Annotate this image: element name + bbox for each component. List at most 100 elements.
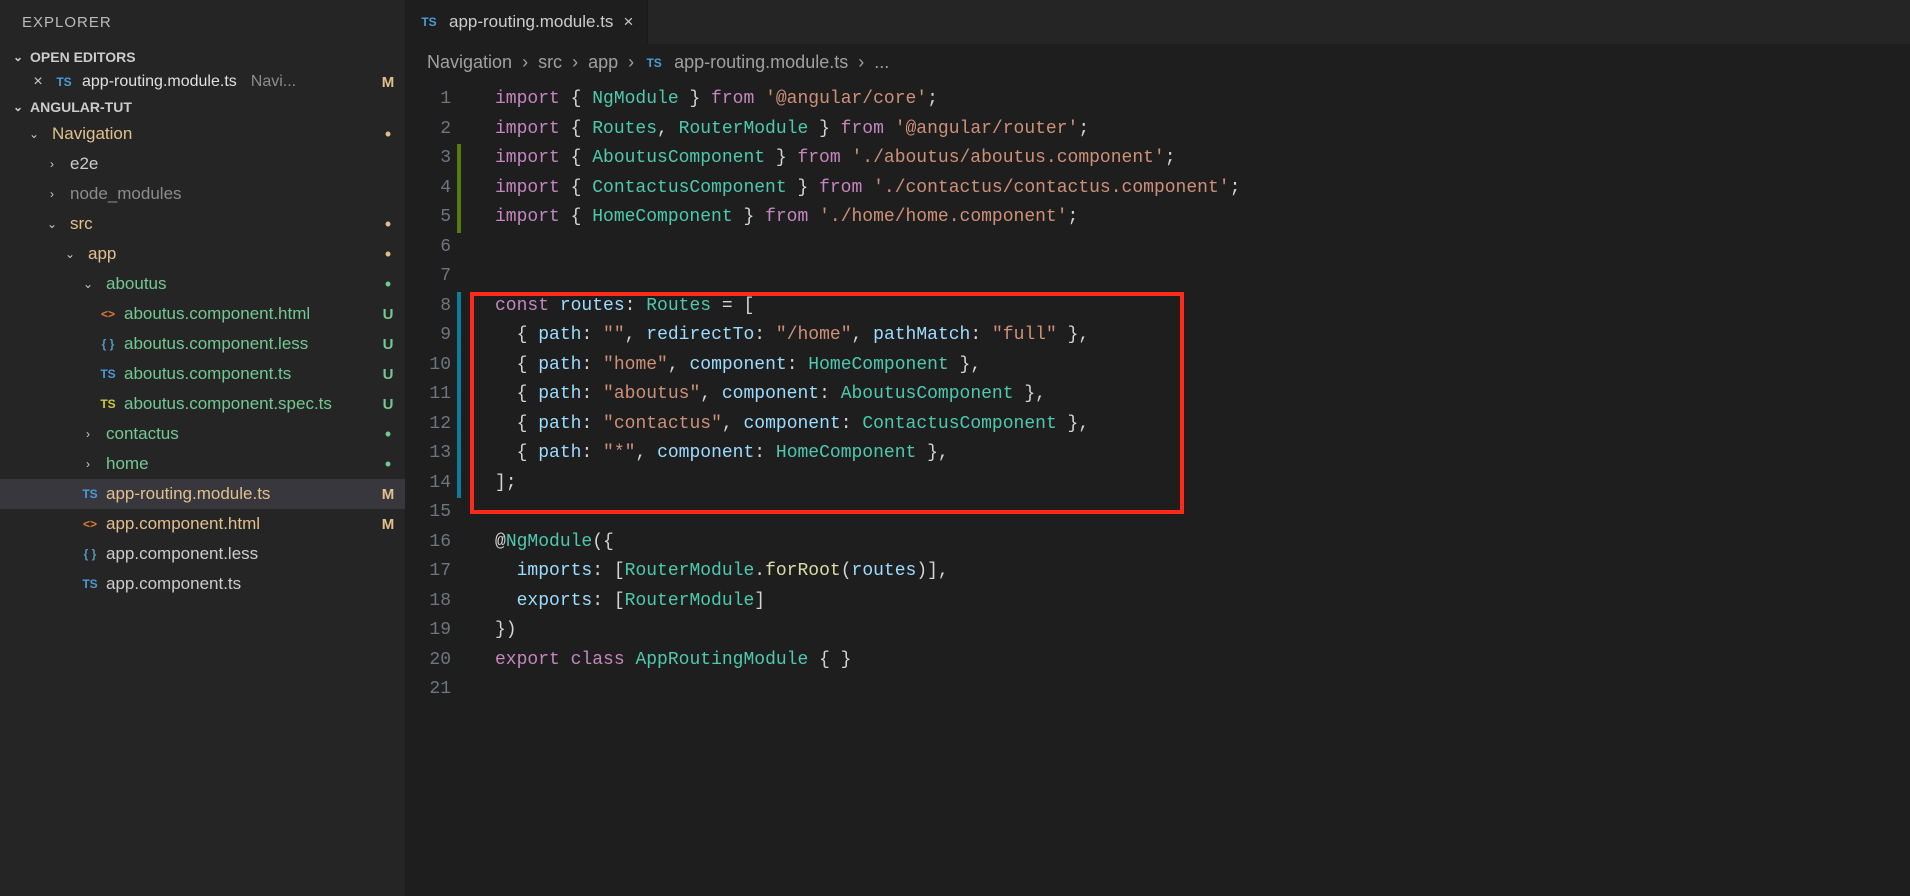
tree-file-app-routing[interactable]: TS app-routing.module.ts M: [0, 479, 405, 509]
ts-icon: TS: [54, 75, 74, 89]
breadcrumb[interactable]: Navigation › src › app › TS app-routing.…: [405, 44, 1910, 81]
code-line[interactable]: import { NgModule } from '@angular/core'…: [495, 85, 1910, 115]
html-icon: <>: [80, 517, 100, 531]
code-line[interactable]: import { ContactusComponent } from './co…: [495, 174, 1910, 204]
tree-folder-navigation[interactable]: ⌄ Navigation •: [0, 119, 405, 149]
untracked-dot-icon: •: [379, 427, 397, 441]
folder-label: src: [70, 214, 373, 234]
line-number: 13: [405, 439, 451, 469]
chevron-right-icon: ›: [572, 52, 578, 73]
tree-file-aboutus-spec[interactable]: TS aboutus.component.spec.ts U: [0, 389, 405, 419]
code-line[interactable]: { path: "contactus", component: Contactu…: [495, 410, 1910, 440]
code-line[interactable]: exports: [RouterModule]: [495, 587, 1910, 617]
code-line[interactable]: const routes: Routes = [: [495, 292, 1910, 322]
status-badge: U: [379, 366, 397, 383]
file-label: app-routing.module.ts: [106, 484, 373, 504]
line-number: 11: [405, 380, 451, 410]
tree-file-app-html[interactable]: <> app.component.html M: [0, 509, 405, 539]
line-number: 16: [405, 528, 451, 558]
file-label: aboutus.component.ts: [124, 364, 373, 384]
code-line[interactable]: ];: [495, 469, 1910, 499]
close-icon[interactable]: ×: [623, 12, 633, 32]
less-icon: { }: [98, 337, 118, 351]
code-line[interactable]: imports: [RouterModule.forRoot(routes)],: [495, 557, 1910, 587]
open-editor-row[interactable]: × TS app-routing.module.ts Navi... M: [0, 69, 405, 95]
tree-folder-app[interactable]: ⌄ app •: [0, 239, 405, 269]
breadcrumb-seg[interactable]: src: [538, 52, 562, 73]
status-badge: M: [379, 74, 397, 91]
chevron-down-icon: ⌄: [44, 217, 60, 231]
line-number: 4: [405, 174, 451, 204]
code-line[interactable]: [495, 498, 1910, 528]
code-line[interactable]: { path: "", redirectTo: "/home", pathMat…: [495, 321, 1910, 351]
tree-folder-aboutus[interactable]: ⌄ aboutus •: [0, 269, 405, 299]
tree-folder-contactus[interactable]: › contactus •: [0, 419, 405, 449]
breadcrumb-seg[interactable]: ...: [874, 52, 889, 73]
chevron-right-icon: ›: [522, 52, 528, 73]
chevron-down-icon: ⌄: [10, 100, 26, 114]
code-line[interactable]: [495, 675, 1910, 705]
code-line[interactable]: { path: "*", component: HomeComponent },: [495, 439, 1910, 469]
tree-folder-e2e[interactable]: › e2e: [0, 149, 405, 179]
status-badge: U: [379, 306, 397, 323]
tree-file-aboutus-ts[interactable]: TS aboutus.component.ts U: [0, 359, 405, 389]
close-icon[interactable]: ×: [30, 73, 46, 91]
breadcrumb-seg[interactable]: Navigation: [427, 52, 512, 73]
open-file-name: app-routing.module.ts: [82, 73, 237, 91]
tree-file-app-less[interactable]: { } app.component.less: [0, 539, 405, 569]
file-label: app.component.ts: [106, 574, 397, 594]
code-line[interactable]: import { Routes, RouterModule } from '@a…: [495, 115, 1910, 145]
line-number: 2: [405, 115, 451, 145]
tree-folder-home[interactable]: › home •: [0, 449, 405, 479]
explorer-sidebar: EXPLORER ⌄ OPEN EDITORS × TS app-routing…: [0, 0, 405, 896]
code-line[interactable]: export class AppRoutingModule { }: [495, 646, 1910, 676]
tree-file-aboutus-less[interactable]: { } aboutus.component.less U: [0, 329, 405, 359]
breadcrumb-seg[interactable]: app: [588, 52, 618, 73]
chevron-down-icon: ⌄: [80, 277, 96, 291]
line-number: 9: [405, 321, 451, 351]
chevron-right-icon: ›: [44, 187, 60, 201]
status-badge: U: [379, 396, 397, 413]
modified-dot-icon: •: [379, 127, 397, 141]
open-file-path: Navi...: [251, 73, 371, 91]
line-number: 17: [405, 557, 451, 587]
untracked-dot-icon: •: [379, 277, 397, 291]
code-line[interactable]: [495, 233, 1910, 263]
code-line[interactable]: [495, 262, 1910, 292]
line-number: 7: [405, 262, 451, 292]
line-number: 5: [405, 203, 451, 233]
code-line[interactable]: import { AboutusComponent } from './abou…: [495, 144, 1910, 174]
less-icon: { }: [80, 547, 100, 561]
code-line[interactable]: { path: "home", component: HomeComponent…: [495, 351, 1910, 381]
code-line[interactable]: @NgModule({: [495, 528, 1910, 558]
file-label: app.component.less: [106, 544, 397, 564]
code-line[interactable]: }): [495, 616, 1910, 646]
chevron-down-icon: ⌄: [62, 247, 78, 261]
ts-icon: TS: [644, 56, 664, 70]
chevron-right-icon: ›: [80, 457, 96, 471]
tab-label: app-routing.module.ts: [449, 12, 613, 32]
code-line[interactable]: { path: "aboutus", component: AboutusCom…: [495, 380, 1910, 410]
project-header[interactable]: ⌄ ANGULAR-TUT: [0, 95, 405, 119]
open-editors-header[interactable]: ⌄ OPEN EDITORS: [0, 45, 405, 69]
line-number: 8: [405, 292, 451, 322]
line-number: 19: [405, 616, 451, 646]
line-number: 21: [405, 675, 451, 705]
code-content[interactable]: import { NgModule } from '@angular/core'…: [473, 85, 1910, 705]
folder-label: home: [106, 454, 373, 474]
project-name: ANGULAR-TUT: [30, 99, 132, 115]
chevron-right-icon: ›: [80, 427, 96, 441]
tree-file-app-ts[interactable]: TS app.component.ts: [0, 569, 405, 599]
folder-label: e2e: [70, 154, 397, 174]
tab-app-routing[interactable]: TS app-routing.module.ts ×: [405, 0, 648, 44]
tree-folder-node-modules[interactable]: › node_modules: [0, 179, 405, 209]
tree-file-aboutus-html[interactable]: <> aboutus.component.html U: [0, 299, 405, 329]
code-line[interactable]: import { HomeComponent } from './home/ho…: [495, 203, 1910, 233]
status-badge: U: [379, 336, 397, 353]
tree-folder-src[interactable]: ⌄ src •: [0, 209, 405, 239]
folder-label: app: [88, 244, 373, 264]
chevron-down-icon: ⌄: [26, 127, 42, 141]
line-number: 12: [405, 410, 451, 440]
breadcrumb-seg[interactable]: app-routing.module.ts: [674, 52, 848, 73]
code-editor[interactable]: 123456789101112131415161718192021 import…: [405, 81, 1910, 705]
